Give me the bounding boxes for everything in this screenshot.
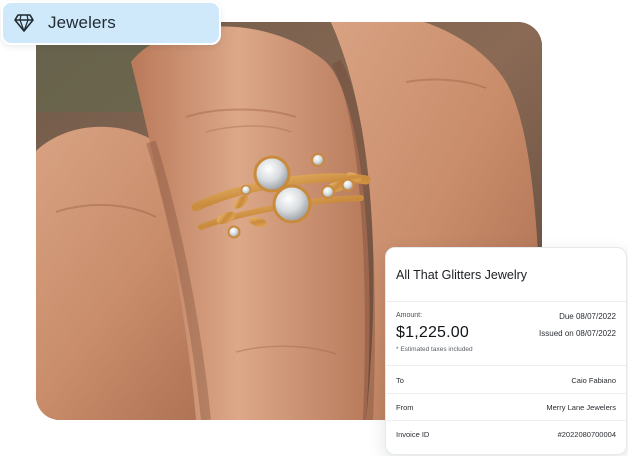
category-pill[interactable]: Jewelers: [1, 1, 221, 45]
invoice-card: All That Glitters Jewelry Amount: $1,225…: [385, 247, 627, 455]
invoice-row-id: Invoice ID #2022080700004: [396, 421, 616, 447]
divider: [386, 301, 626, 302]
row-label: Invoice ID: [396, 429, 430, 439]
row-label: To: [396, 375, 404, 385]
invoice-row-from: From Merry Lane Jewelers: [396, 394, 616, 420]
row-value: Caio Fabiano: [571, 375, 616, 385]
divider: [386, 365, 626, 366]
issued-date: Issued on 08/07/2022: [539, 329, 616, 338]
invoice-amount: $1,225.00: [396, 324, 469, 341]
marketing-hero: Jewelers All That Glitters Jewelry Amoun…: [0, 0, 628, 456]
row-label: From: [396, 402, 414, 412]
invoice-merchant: All That Glitters Jewelry: [396, 268, 528, 282]
category-label: Jewelers: [48, 13, 116, 32]
invoice-row-to: To Caio Fabiano: [396, 367, 616, 393]
tax-note: * Estimated taxes included: [396, 346, 473, 353]
amount-label: Amount:: [396, 312, 423, 319]
due-date: Due 08/07/2022: [559, 312, 616, 321]
row-value: #2022080700004: [557, 429, 616, 439]
row-value: Merry Lane Jewelers: [546, 402, 616, 412]
diamond-icon: [14, 14, 34, 32]
